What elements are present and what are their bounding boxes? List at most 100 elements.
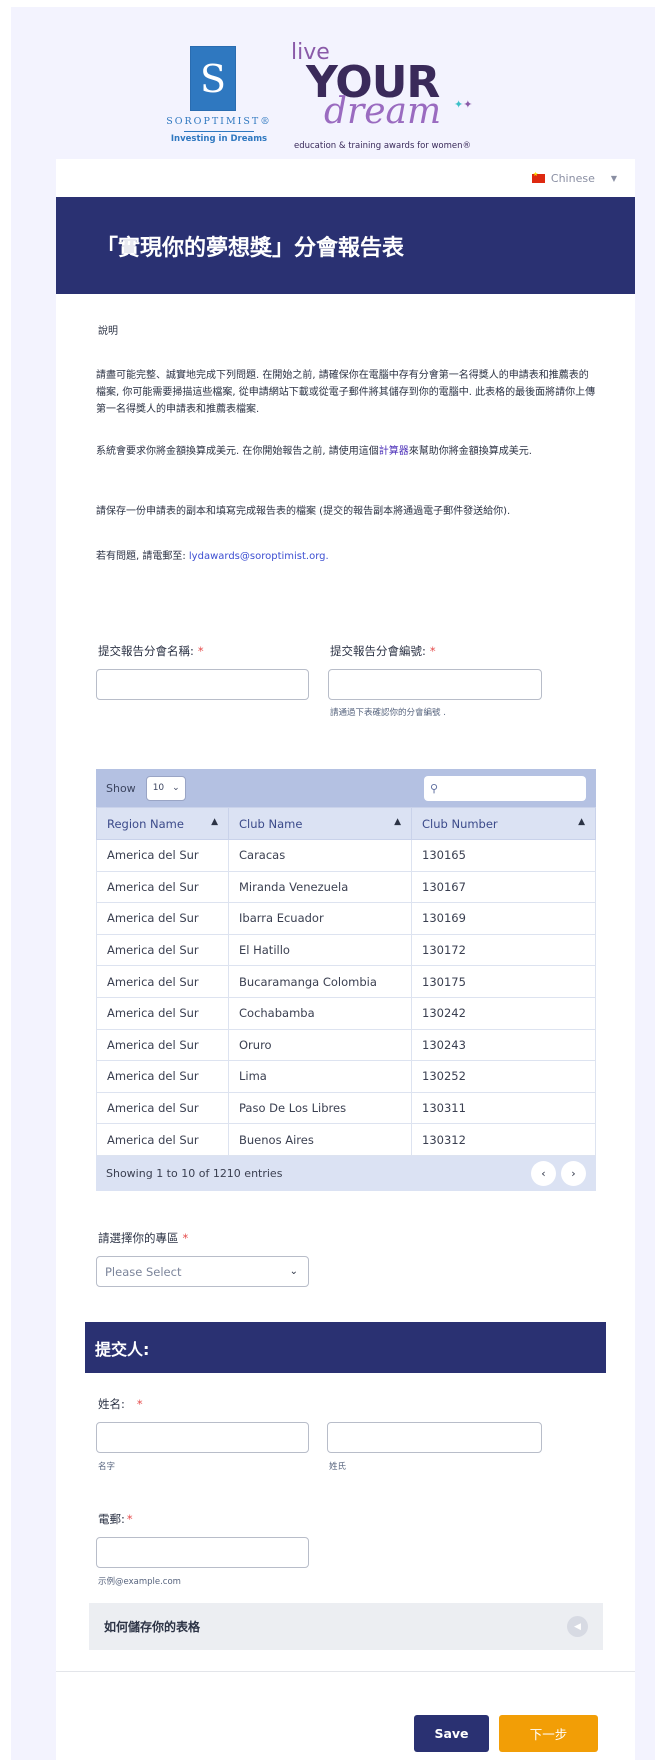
club-number-label-text: 提交報告分會編號: xyxy=(330,644,426,658)
column-header-region[interactable]: Region Name ▲ xyxy=(96,807,229,840)
footer-divider xyxy=(56,1671,635,1672)
report-form: Chinese ▼ 「實現你的夢想獎」分會報告表 說明 請盡可能完整、誠實地完成… xyxy=(56,159,635,1760)
instructions-paragraph-1: 請盡可能完整、誠實地完成下列問題. 在開始之前, 請確保你在電腦中存有分會第一名… xyxy=(96,370,596,415)
cell-region: America del Sur xyxy=(96,933,229,967)
cell-region: America del Sur xyxy=(96,1123,229,1156)
chevron-down-icon: ▼ xyxy=(610,173,617,183)
column-label: Region Name xyxy=(107,816,184,831)
column-header-club-number[interactable]: Club Number ▲ xyxy=(411,807,596,840)
first-name-input[interactable] xyxy=(96,1422,309,1453)
cell-club-name: Buenos Aires xyxy=(228,1123,412,1156)
last-name-input[interactable] xyxy=(327,1422,542,1453)
column-label: Club Name xyxy=(239,816,303,831)
lyd-tagline: education & training awards for women® xyxy=(294,141,472,151)
cell-region: America del Sur xyxy=(96,839,229,872)
table-row[interactable]: America del Sur Caracas 130165 xyxy=(96,839,596,872)
entries-info: Showing 1 to 10 of 1210 entries xyxy=(106,1166,283,1180)
club-table: Show 10 ⌄ ⚲ Region Name ▲ Club Name ▲ Club … xyxy=(96,769,596,1191)
last-name-hint: 姓氏 xyxy=(329,1462,347,1472)
prev-page-icon[interactable]: ‹ xyxy=(531,1160,556,1186)
cell-club-number: 130242 xyxy=(411,996,596,1030)
region-label: 請選擇你的專區 * xyxy=(98,1230,188,1246)
table-footer: Showing 1 to 10 of 1210 entries ‹ › xyxy=(96,1155,596,1191)
page-size-select[interactable]: 10 ⌄ xyxy=(145,775,186,801)
cell-region: America del Sur xyxy=(96,996,229,1030)
column-label: Club Number xyxy=(422,816,498,831)
region-select[interactable]: Please Select ⌄ xyxy=(96,1256,309,1287)
cell-region: America del Sur xyxy=(96,1028,229,1062)
club-name-label-text: 提交報告分會名稱: xyxy=(98,644,194,658)
contact-text: 若有問題, 請電郵至: xyxy=(96,551,189,562)
save-button[interactable]: Save xyxy=(414,1715,489,1752)
lyd-stars: ✦✦ xyxy=(454,98,473,111)
club-data-table: Region Name ▲ Club Name ▲ Club Number ▲ Ame… xyxy=(96,807,596,1156)
language-selector[interactable]: Chinese ▼ xyxy=(56,159,635,197)
sort-up-icon: ▲ xyxy=(394,816,401,827)
required-mark: * xyxy=(136,1397,143,1411)
table-header-row: Region Name ▲ Club Name ▲ Club Number ▲ xyxy=(96,807,596,840)
table-search-input[interactable]: ⚲ xyxy=(424,775,586,801)
instructions-paragraph-2: 系統會要求你將金額換算成美元. 在你開始報告之前, 請使用這個計算器來幫助你將金… xyxy=(96,443,596,460)
email-hint: 示例@example.com xyxy=(98,1577,181,1587)
page-title: 「實現你的夢想獎」分會報告表 xyxy=(96,235,405,261)
sort-up-icon: ▲ xyxy=(578,816,585,827)
pagination: ‹ › xyxy=(531,1160,586,1186)
club-number-label: 提交報告分會編號: * xyxy=(330,643,436,659)
club-name-input[interactable] xyxy=(96,669,309,700)
column-header-club-name[interactable]: Club Name ▲ xyxy=(228,807,412,840)
cell-club-name: Bucaramanga Colombia xyxy=(228,965,412,998)
club-number-input[interactable] xyxy=(328,669,542,700)
how-to-save-collapsible[interactable]: 如何儲存你的表格 ◀ xyxy=(89,1603,603,1650)
table-row[interactable]: America del Sur Ibarra Ecuador 130169 xyxy=(96,902,596,935)
cell-club-name: Ibarra Ecuador xyxy=(228,902,412,935)
table-row[interactable]: America del Sur Miranda Venezuela 130167 xyxy=(96,870,596,904)
cell-region: America del Sur xyxy=(96,902,229,935)
email-link[interactable]: lydawards@soroptimist.org xyxy=(189,551,326,562)
region-placeholder: Please Select xyxy=(105,1264,182,1279)
cell-club-name: Caracas xyxy=(228,839,412,872)
first-name-hint: 名字 xyxy=(98,1462,116,1472)
calculator-link[interactable]: 計算器 xyxy=(379,446,409,457)
soroptimist-logo: S SOROPTIMIST® Investing in Dreams xyxy=(154,43,284,153)
cell-club-name: Paso De Los Libres xyxy=(228,1091,412,1125)
table-row[interactable]: America del Sur Paso De Los Libres 130311 xyxy=(96,1091,596,1125)
required-mark: * xyxy=(126,1512,133,1526)
cell-club-number: 130311 xyxy=(411,1091,596,1125)
instructions-paragraph-3: 請保存一份申請表的副本和填寫完成報告表的檔案 (提交的報告副本將通過電子郵件發送… xyxy=(96,506,511,517)
paragraph-2-text: 系統會要求你將金額換算成美元. 在你開始報告之前, 請使用這個 xyxy=(96,446,379,457)
table-row[interactable]: America del Sur Bucaramanga Colombia 13017… xyxy=(96,965,596,998)
expand-arrow-icon: ◀ xyxy=(567,1616,588,1637)
cell-club-name: El Hatillo xyxy=(228,933,412,967)
region-label-text: 請選擇你的專區 xyxy=(98,1231,179,1245)
soroptimist-divider xyxy=(184,131,254,132)
table-row[interactable]: America del Sur Cochabamba 130242 xyxy=(96,996,596,1030)
cell-club-number: 130243 xyxy=(411,1028,596,1062)
cell-club-name: Oruro xyxy=(228,1028,412,1062)
chevron-down-icon: ⌄ xyxy=(172,783,180,793)
table-row[interactable]: America del Sur Oruro 130243 xyxy=(96,1028,596,1062)
table-row[interactable]: America del Sur El Hatillo 130172 xyxy=(96,933,596,967)
china-flag-icon xyxy=(531,171,545,183)
cell-club-number: 130167 xyxy=(411,870,596,904)
submitter-section-header: 提交人: xyxy=(85,1322,606,1373)
email-input[interactable] xyxy=(96,1537,309,1568)
required-mark: * xyxy=(182,1231,189,1245)
table-row[interactable]: America del Sur Buenos Aires 130312 xyxy=(96,1123,596,1156)
email-label-text: 電郵: xyxy=(98,1512,125,1526)
lyd-dream: dream xyxy=(324,91,442,132)
soroptimist-emblem: S xyxy=(190,46,236,111)
next-button[interactable]: 下一步 xyxy=(499,1715,598,1752)
how-to-save-label: 如何儲存你的表格 xyxy=(104,1620,201,1634)
email-label: 電郵: * xyxy=(98,1511,133,1527)
next-page-icon[interactable]: › xyxy=(561,1160,586,1186)
language-label: Chinese xyxy=(550,171,595,185)
cell-club-number: 130165 xyxy=(411,839,596,872)
sort-up-icon: ▲ xyxy=(211,816,218,827)
cell-club-number: 130169 xyxy=(411,902,596,935)
name-label: 姓名: * xyxy=(98,1396,143,1412)
table-row[interactable]: America del Sur Lima 130252 xyxy=(96,1060,596,1093)
cell-region: America del Sur xyxy=(96,1091,229,1125)
contact-period: . xyxy=(325,551,329,562)
cell-club-number: 130172 xyxy=(411,933,596,967)
page-size-value: 10 xyxy=(152,783,165,793)
